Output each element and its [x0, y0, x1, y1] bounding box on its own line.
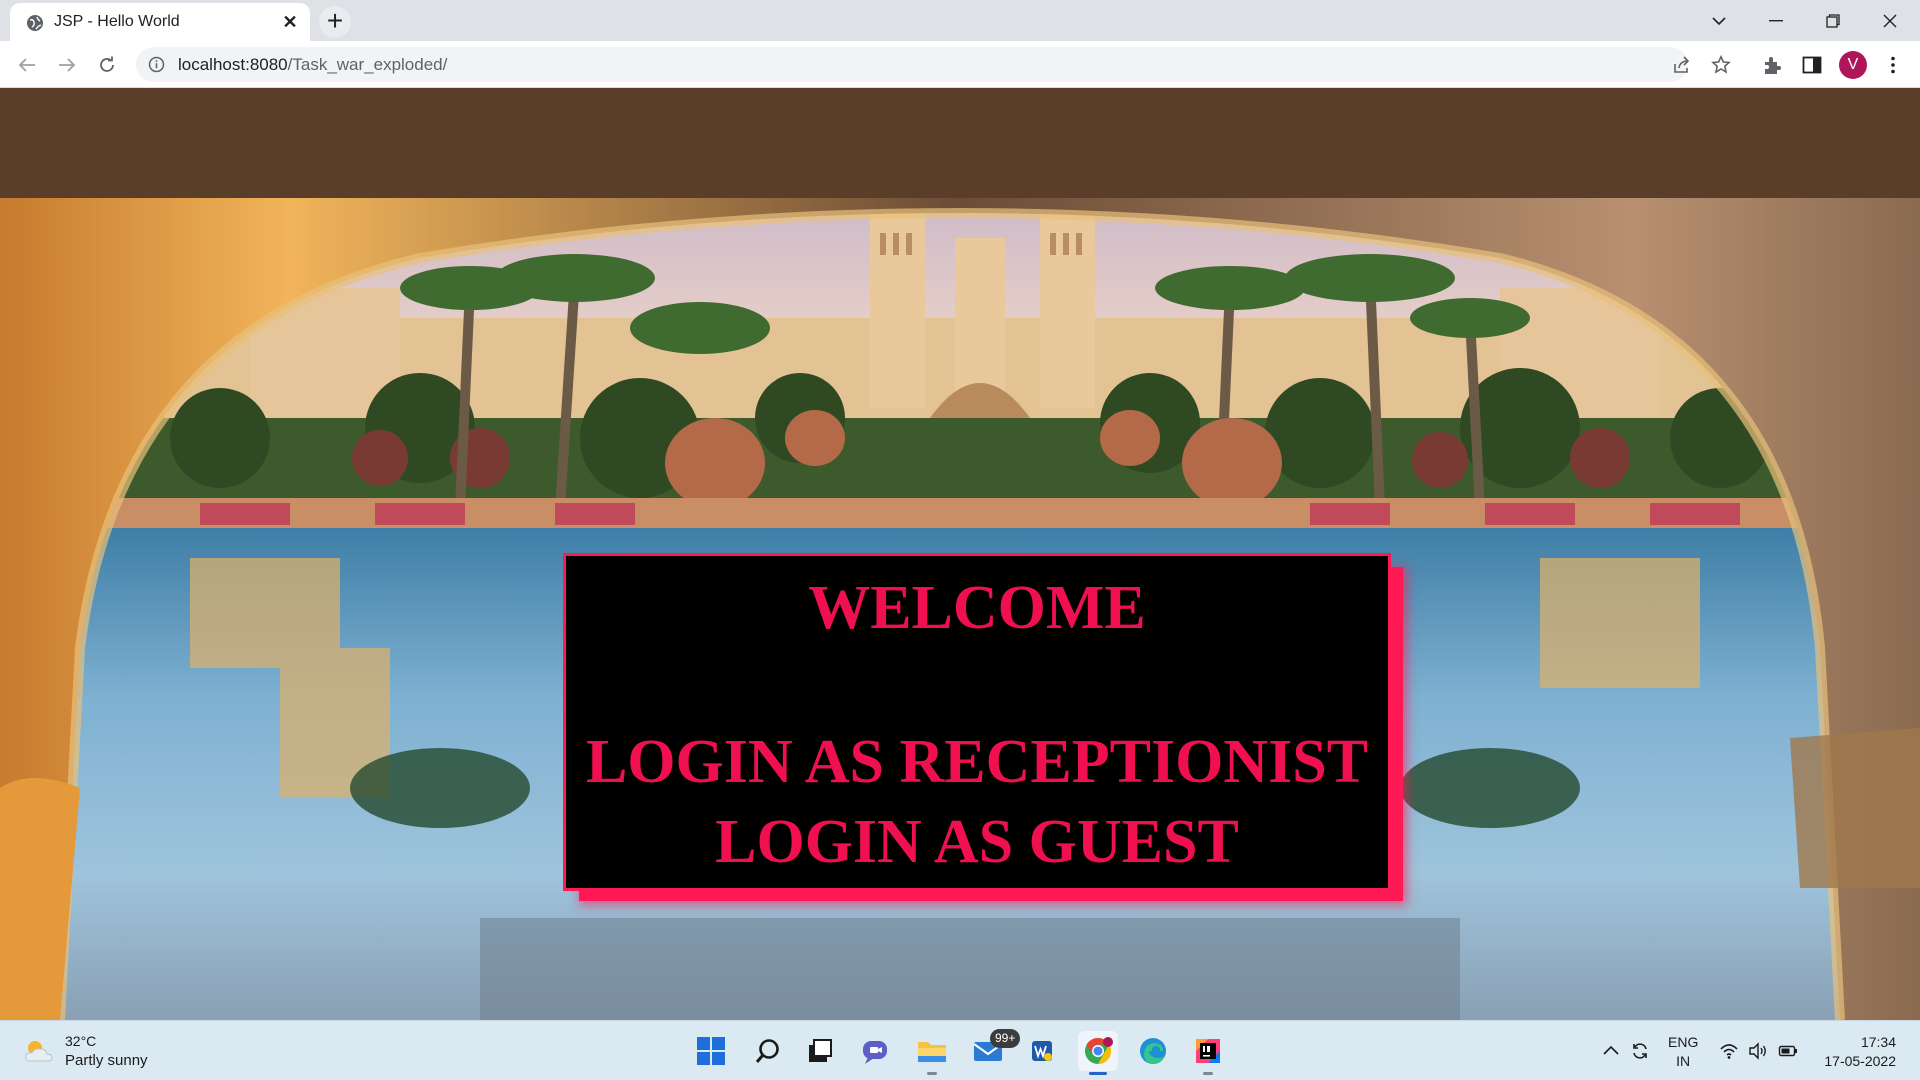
language-indicator[interactable]: ENG IN: [1668, 1033, 1698, 1071]
address-bar[interactable]: localhost:8080/Task_war_exploded/: [136, 47, 1731, 82]
browser-tab[interactable]: JSP - Hello World ✕: [10, 3, 310, 41]
info-icon[interactable]: [148, 56, 165, 73]
file-explorer-button[interactable]: [912, 1031, 952, 1075]
partly-sunny-icon[interactable]: [22, 1037, 56, 1065]
extensions-icon[interactable]: [1761, 54, 1783, 76]
clock-date: 17-05-2022: [1824, 1053, 1896, 1069]
search-button[interactable]: [748, 1031, 788, 1071]
page-viewport: WELCOME LOGIN AS RECEPTIONIST LOGIN AS G…: [0, 88, 1920, 1020]
close-tab-icon[interactable]: ✕: [281, 13, 299, 31]
close-icon: [1883, 14, 1897, 27]
reload-icon: [100, 56, 114, 72]
taskbar: 32°C Partly sunny 99+ ENG IN 17:34 17-05…: [0, 1020, 1920, 1080]
welcome-panel: WELCOME LOGIN AS RECEPTIONIST LOGIN AS G…: [563, 553, 1391, 891]
word-icon: [1032, 1041, 1052, 1061]
edge-button[interactable]: [1133, 1031, 1173, 1071]
start-button[interactable]: [691, 1031, 731, 1071]
mail-unread-badge: 99+: [990, 1029, 1021, 1048]
minimize-icon: [1769, 19, 1783, 21]
sync-icon[interactable]: [1630, 1041, 1650, 1061]
chrome-button[interactable]: [1078, 1031, 1118, 1075]
new-tab-button[interactable]: +: [319, 6, 351, 38]
login-guest-link[interactable]: LOGIN AS GUEST: [566, 806, 1388, 878]
task-view-icon: [809, 1039, 832, 1062]
tab-title: JSP - Hello World: [54, 13, 180, 30]
intellij-icon: [1196, 1039, 1220, 1063]
more-menu-icon[interactable]: [1882, 54, 1904, 76]
active-indicator: [1089, 1072, 1107, 1075]
tab-search-button[interactable]: [1690, 0, 1748, 41]
chat-icon: [863, 1041, 887, 1064]
region-code: IN: [1676, 1053, 1691, 1069]
side-panel-icon[interactable]: [1801, 54, 1823, 76]
restore-button[interactable]: [1804, 0, 1862, 41]
profile-avatar[interactable]: V: [1839, 51, 1867, 79]
url-host: localhost:8080: [178, 55, 288, 74]
running-indicator: [927, 1072, 937, 1075]
clock[interactable]: 17:34 17-05-2022: [1824, 1033, 1896, 1071]
edge-icon: [1140, 1038, 1166, 1064]
teams-chat-button[interactable]: [856, 1031, 896, 1071]
bookmark-star-icon[interactable]: [1711, 55, 1731, 75]
weather-temperature[interactable]: 32°C: [65, 1033, 96, 1049]
running-indicator: [1203, 1072, 1213, 1075]
url-text[interactable]: localhost:8080/Task_war_exploded/: [178, 55, 447, 75]
login-receptionist-link[interactable]: LOGIN AS RECEPTIONIST: [566, 726, 1388, 798]
restore-icon: [1826, 13, 1840, 28]
intellij-button[interactable]: [1188, 1031, 1228, 1075]
task-view-button[interactable]: [800, 1031, 840, 1071]
word-button[interactable]: [1022, 1031, 1062, 1071]
url-path: /Task_war_exploded/: [287, 55, 448, 74]
globe-icon: [27, 15, 43, 31]
wifi-icon[interactable]: [1719, 1041, 1739, 1061]
clock-time: 17:34: [1860, 1034, 1896, 1050]
chevron-up-icon[interactable]: [1601, 1041, 1621, 1061]
share-icon[interactable]: [1672, 55, 1692, 75]
close-window-button[interactable]: [1861, 0, 1919, 41]
arrow-left-icon: [18, 58, 35, 72]
reload-button[interactable]: [91, 49, 123, 81]
forward-button[interactable]: [51, 49, 83, 81]
tab-strip: JSP - Hello World ✕ +: [0, 0, 1920, 41]
battery-icon[interactable]: [1778, 1041, 1798, 1061]
language-code: ENG: [1668, 1034, 1699, 1050]
chrome-icon: [1085, 1037, 1113, 1065]
browser-toolbar: localhost:8080/Task_war_exploded/ V: [0, 41, 1920, 88]
folder-icon: [918, 1042, 946, 1062]
arrow-right-icon: [59, 58, 76, 72]
back-button[interactable]: [11, 49, 43, 81]
minimize-button[interactable]: [1747, 0, 1805, 41]
chevron-down-icon: [1712, 16, 1726, 25]
search-icon: [755, 1039, 779, 1063]
welcome-heading: WELCOME: [808, 574, 1146, 642]
volume-icon[interactable]: [1748, 1041, 1768, 1061]
weather-description[interactable]: Partly sunny: [65, 1052, 148, 1069]
windows-logo-icon: [697, 1037, 725, 1065]
